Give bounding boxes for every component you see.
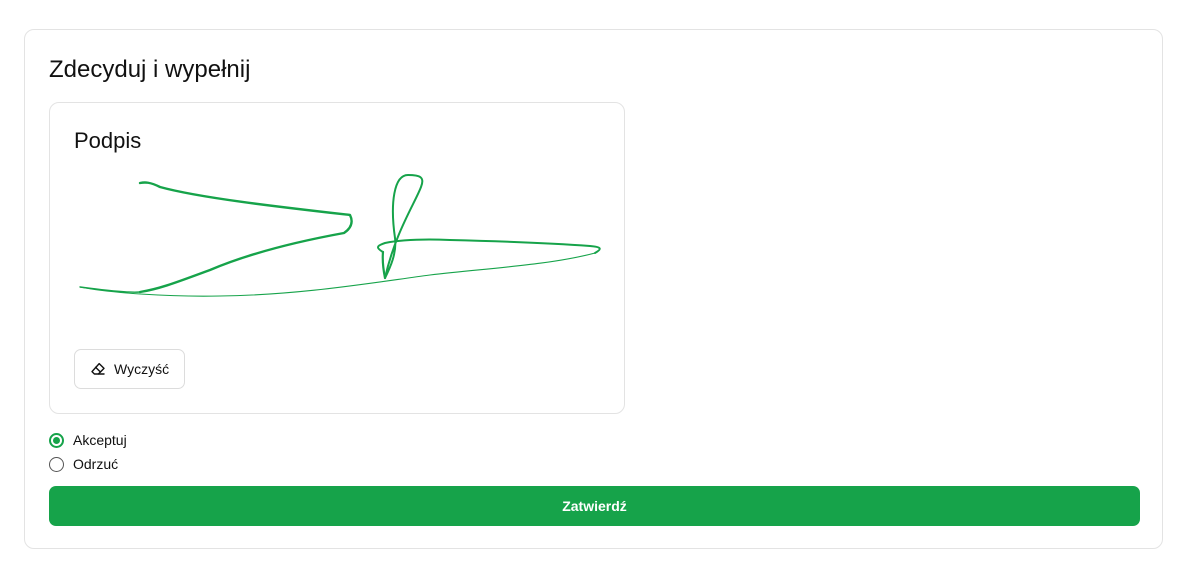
signature-stroke [79, 174, 601, 297]
clear-button-label: Wyczyść [114, 361, 170, 377]
radio-option-accept[interactable]: Akceptuj [49, 428, 127, 452]
radio-button-reject[interactable] [49, 456, 64, 472]
radio-selected-dot [53, 436, 60, 444]
radio-option-reject[interactable]: Odrzuć [49, 452, 127, 476]
eraser-icon [90, 361, 106, 377]
decision-form-card: Zdecyduj i wypełnij Podpis Wyczyść Akcep… [24, 29, 1163, 549]
clear-signature-button[interactable]: Wyczyść [74, 349, 186, 389]
page-title: Zdecyduj i wypełnij [49, 56, 251, 83]
decision-radio-group: Akceptuj Odrzuć [49, 428, 127, 476]
submit-button[interactable]: Zatwierdź [49, 486, 1140, 526]
radio-label-accept: Akceptuj [73, 432, 127, 448]
signature-card: Podpis Wyczyść [49, 102, 625, 414]
radio-label-reject: Odrzuć [73, 456, 119, 472]
radio-button-accept[interactable] [49, 432, 64, 448]
